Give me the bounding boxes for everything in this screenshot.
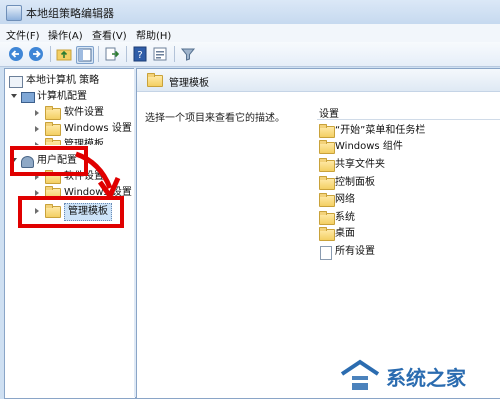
- forward-arrow-icon[interactable]: [28, 46, 44, 62]
- menu-action[interactable]: 操作(A): [48, 27, 83, 42]
- red-arrow-icon: [75, 151, 121, 199]
- folder-icon: [319, 176, 335, 190]
- list-item[interactable]: Windows 组件: [317, 139, 497, 155]
- list-item[interactable]: “开始”菜单和任务栏: [317, 123, 497, 139]
- tree-root[interactable]: 本地计算机 策略: [9, 73, 133, 89]
- description-text: 选择一个项目来查看它的描述。: [145, 113, 285, 124]
- app-icon: [6, 5, 22, 21]
- collapse-arrow-icon[interactable]: [35, 110, 39, 116]
- computer-icon: [21, 92, 35, 103]
- folder-icon: [147, 73, 163, 87]
- back-arrow-icon[interactable]: [8, 46, 24, 62]
- collapse-arrow-icon[interactable]: [35, 142, 39, 145]
- help-icon[interactable]: ?: [132, 46, 148, 62]
- properties-icon[interactable]: [152, 46, 168, 62]
- list-item-label: 共享文件夹: [335, 159, 385, 170]
- folder-icon: [319, 140, 335, 154]
- folder-icon: [45, 122, 61, 136]
- collapse-arrow-icon[interactable]: [35, 126, 39, 132]
- list-item[interactable]: 网络: [317, 192, 497, 208]
- folder-icon: [319, 211, 335, 225]
- list-item-label: 桌面: [335, 228, 355, 239]
- menu-view[interactable]: 查看(V): [92, 27, 127, 42]
- list-item[interactable]: 控制面板: [317, 175, 497, 191]
- tree-item-computer-config[interactable]: 计算机配置: [9, 89, 133, 105]
- menu-help[interactable]: 帮助(H): [136, 27, 171, 42]
- all-settings-icon: [320, 246, 332, 260]
- list-item[interactable]: 桌面: [317, 226, 497, 242]
- show-hide-tree-icon[interactable]: [76, 46, 94, 64]
- tree-item-software-settings[interactable]: 软件设置: [9, 105, 133, 121]
- list-item[interactable]: 所有设置: [317, 244, 497, 260]
- list-item[interactable]: 系统: [317, 210, 497, 226]
- list-item-label: Windows 组件: [335, 141, 403, 152]
- watermark: 系统之家: [340, 356, 500, 396]
- svg-text:?: ?: [137, 50, 142, 61]
- tree-item-windows-settings[interactable]: Windows 设置: [9, 121, 133, 137]
- up-folder-icon[interactable]: [56, 46, 72, 62]
- list-item-label: 所有设置: [335, 246, 375, 257]
- content-pane: 管理模板 选择一个项目来查看它的描述。 设置 “开始”菜单和任务栏 Window…: [136, 68, 500, 399]
- menu-bar: 文件(F) 操作(A) 查看(V) 帮助(H): [0, 24, 500, 43]
- expand-arrow-icon[interactable]: [11, 94, 17, 98]
- tree-item-label: Windows 设置: [64, 123, 132, 134]
- folder-icon: [319, 124, 335, 138]
- column-header-label: 设置: [319, 109, 339, 120]
- watermark-logo-icon: [340, 359, 380, 390]
- content-header: 管理模板: [137, 69, 500, 92]
- tree-item-label: 管理模板: [64, 139, 104, 145]
- folder-icon: [319, 158, 335, 172]
- content-header-title: 管理模板: [169, 78, 209, 89]
- tree-item-label: 计算机配置: [37, 91, 87, 102]
- filter-icon[interactable]: [180, 46, 196, 62]
- folder-icon: [45, 138, 61, 145]
- menu-file[interactable]: 文件(F): [6, 27, 40, 42]
- tree-item-admin-templates-computer[interactable]: 管理模板: [9, 137, 133, 145]
- export-list-icon[interactable]: [104, 46, 120, 62]
- folder-icon: [319, 227, 335, 241]
- column-header-setting[interactable]: 设置: [317, 103, 500, 120]
- list-item-label: “开始”菜单和任务栏: [335, 125, 426, 136]
- tree-pane: 本地计算机 策略 计算机配置 软件设置 Windows 设置 管理模板 用户配置…: [4, 68, 136, 399]
- list-item-label: 控制面板: [335, 177, 375, 188]
- tree-root-label: 本地计算机 策略: [26, 75, 100, 86]
- document-icon: [9, 76, 23, 88]
- watermark-text: 系统之家: [386, 366, 466, 390]
- list-item[interactable]: 共享文件夹: [317, 157, 497, 173]
- toolbar: ?: [0, 42, 500, 67]
- list-item-label: 网络: [335, 194, 355, 205]
- title-bar: 本地组策略编辑器: [0, 0, 500, 25]
- window-title: 本地组策略编辑器: [26, 7, 114, 20]
- folder-icon: [45, 106, 61, 120]
- list-item-label: 系统: [335, 212, 355, 223]
- folder-icon: [319, 193, 335, 207]
- tree-item-label: 软件设置: [64, 107, 104, 118]
